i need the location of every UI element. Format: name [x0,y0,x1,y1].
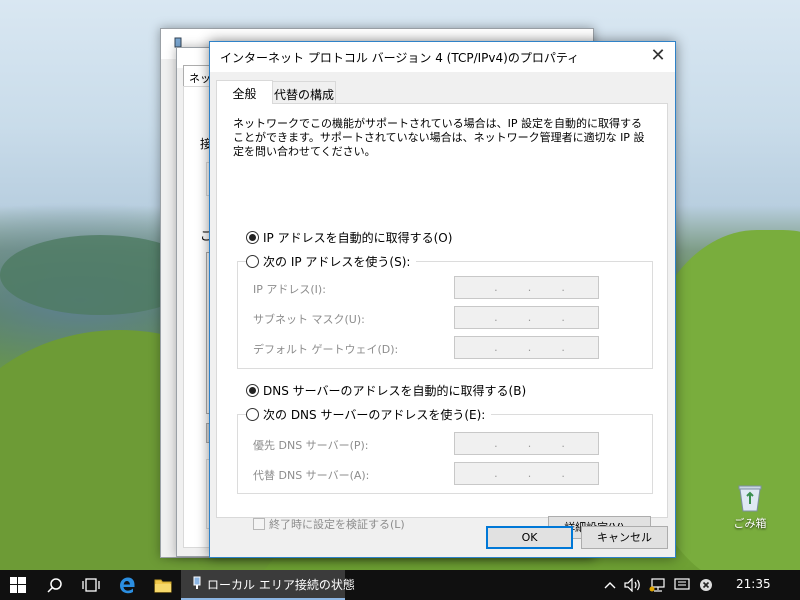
ip-dot: . [494,467,498,480]
description-text: ネットワークでこの機能がサポートされている場合は、IP 設定を自動的に取得するこ… [233,117,645,158]
volume-button[interactable] [622,570,644,600]
radio-unselected-icon [246,408,259,421]
action-center-button[interactable] [671,570,693,600]
taskbar-app-local-area-connection[interactable]: ローカル エリア接続の状態 [181,570,355,600]
ip-dot: . [561,341,565,354]
dialog-title: インターネット プロトコル バージョン 4 (TCP/IPv4)のプロパティ [220,51,580,65]
task-view-button[interactable] [73,570,109,600]
ip-manual-label: 次の IP アドレスを使う(S): [263,255,411,269]
ip-dot: . [527,437,532,450]
default-gateway-label: デフォルト ゲートウェイ(D): [253,343,399,356]
ip-dot: . [494,437,498,450]
search-icon [47,578,62,593]
folder-icon [154,579,172,592]
cancel-button[interactable]: キャンセル [581,526,668,549]
alternate-dns-input[interactable]: ... [454,462,599,485]
ip-manual-radio[interactable]: 次の IP アドレスを使う(S): [246,253,417,270]
radio-selected-icon [246,384,259,397]
validate-on-exit-label: 終了時に設定を検証する(L) [269,518,405,531]
ok-button[interactable]: OK [486,526,573,549]
taskbar: ローカル エリア接続の状態 21:35 [0,570,800,600]
preferred-dns-label: 優先 DNS サーバー(P): [253,439,369,452]
volume-icon [624,578,640,592]
dns-auto-radio[interactable]: DNS サーバーのアドレスを自動的に取得する(B) [246,382,526,399]
start-button[interactable] [0,570,36,600]
subnet-mask-label: サブネット マスク(U): [253,313,365,326]
taskbar-app-label: ローカル エリア接続の状態 [207,577,355,592]
edge-icon [120,577,135,594]
ip-auto-radio[interactable]: IP アドレスを自動的に取得する(O) [246,229,452,246]
radio-unselected-icon [246,255,259,268]
search-button[interactable] [37,570,73,600]
recycle-bin-label: ごみ箱 [733,517,767,530]
tab-general[interactable]: 全般 [216,80,273,104]
network-warning-icon [649,578,665,592]
preferred-dns-input[interactable]: ... [454,432,599,455]
taskbar-clock[interactable]: 21:35 [736,577,771,591]
ip-address-input[interactable]: ... [454,276,599,299]
close-button[interactable]: ✕ [641,42,675,72]
chevron-up-icon [604,582,616,589]
ipv4-properties-dialog: インターネット プロトコル バージョン 4 (TCP/IPv4)のプロパティ ✕… [209,41,676,558]
ip-dot: . [494,311,498,324]
ip-dot: . [561,311,565,324]
edge-button[interactable] [109,570,145,600]
close-circle-icon [700,579,712,591]
network-tray-button[interactable] [647,570,669,600]
ip-auto-label: IP アドレスを自動的に取得する(O) [263,231,453,245]
subnet-mask-input[interactable]: ... [454,306,599,329]
ip-address-label: IP アドレス(I): [253,283,326,296]
dns-auto-label: DNS サーバーのアドレスを自動的に取得する(B) [263,384,527,398]
dns-manual-radio[interactable]: 次の DNS サーバーのアドレスを使う(E): [246,406,492,423]
ip-dot: . [561,437,565,450]
ip-dot: . [494,281,498,294]
general-tab-panel: ネットワークでこの機能がサポートされている場合は、IP 設定を自動的に取得するこ… [216,103,668,539]
checkbox-icon [253,518,265,530]
dialog-titlebar[interactable]: インターネット プロトコル バージョン 4 (TCP/IPv4)のプロパティ ✕ [210,42,675,72]
network-icon [193,576,201,593]
ip-dot: . [527,281,532,294]
radio-selected-icon [246,231,259,244]
show-hidden-icons-button[interactable] [600,570,620,600]
ip-dot: . [527,341,532,354]
close-icon: ✕ [650,45,666,66]
validate-on-exit-checkbox[interactable]: 終了時に設定を検証する(L) [253,516,405,532]
ip-dot: . [561,467,565,480]
default-gateway-input[interactable]: ... [454,336,599,359]
ip-dot: . [527,311,532,324]
dns-manual-label: 次の DNS サーバーのアドレスを使う(E): [263,408,486,422]
task-view-icon [82,578,100,592]
recycle-bin-icon [737,482,763,512]
error-status-button[interactable] [696,570,716,600]
recycle-bin[interactable]: ごみ箱 [727,482,773,531]
notification-icon [674,578,690,590]
windows-logo-icon [10,577,26,593]
ip-dot: . [561,281,565,294]
ip-dot: . [527,467,532,480]
file-explorer-button[interactable] [145,570,181,600]
tab-alternate-configuration[interactable]: 代替の構成 [272,81,336,103]
ip-dot: . [494,341,498,354]
alternate-dns-label: 代替 DNS サーバー(A): [253,469,370,482]
